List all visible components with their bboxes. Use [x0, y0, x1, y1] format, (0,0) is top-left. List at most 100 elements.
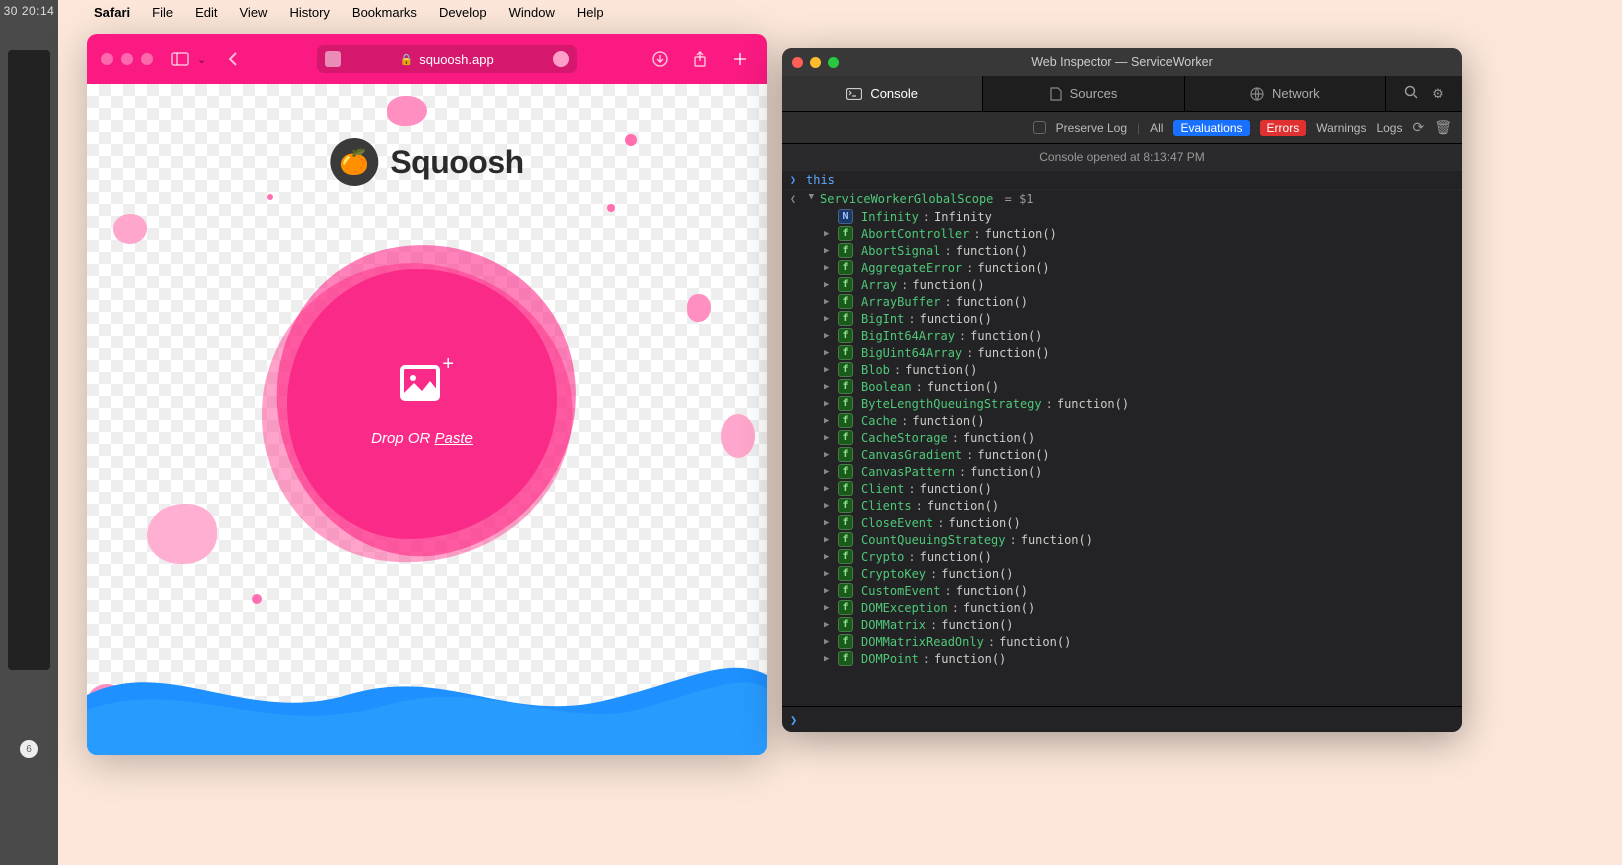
disclosure-triangle-icon[interactable]: ▶ — [824, 501, 834, 511]
menu-bookmarks[interactable]: Bookmarks — [352, 5, 417, 20]
disclosure-triangle-icon[interactable]: ▶ — [824, 246, 834, 256]
object-property-row[interactable]: ▶fBlob: function() — [782, 361, 1462, 378]
squoosh-page[interactable]: 🍊 Squoosh + Drop OR Paste — [87, 84, 767, 755]
console-output[interactable]: ❯ this ❮ ▶ ServiceWorkerGlobalScope = $1… — [782, 170, 1462, 706]
disclosure-triangle-icon[interactable]: ▶ — [824, 603, 834, 613]
disclosure-triangle-icon[interactable]: ▶ — [824, 654, 834, 664]
new-tab-button[interactable] — [727, 46, 753, 72]
disclosure-triangle-icon[interactable]: ▶ — [824, 586, 834, 596]
object-property-row[interactable]: ▶fClients: function() — [782, 497, 1462, 514]
object-property-row[interactable]: ▶fCanvasPattern: function() — [782, 463, 1462, 480]
object-property-row[interactable]: ▶fArray: function() — [782, 276, 1462, 293]
back-button[interactable] — [220, 46, 246, 72]
share-button[interactable] — [687, 46, 713, 72]
object-property-row[interactable]: ▶fDOMMatrix: function() — [782, 616, 1462, 633]
object-property-row[interactable]: ▶fAggregateError: function() — [782, 259, 1462, 276]
object-property-row[interactable]: ▶fBoolean: function() — [782, 378, 1462, 395]
disclosure-triangle-icon[interactable]: ▶ — [824, 637, 834, 647]
object-property-row[interactable]: ▶fAbortSignal: function() — [782, 242, 1462, 259]
property-value: function() — [963, 601, 1035, 615]
minimize-button[interactable] — [121, 53, 133, 65]
object-property-row[interactable]: ▶fCryptoKey: function() — [782, 565, 1462, 582]
disclosure-triangle-icon[interactable]: ▶ — [824, 484, 834, 494]
object-property-row[interactable]: ▶fDOMMatrixReadOnly: function() — [782, 633, 1462, 650]
object-property-row[interactable]: ▶fArrayBuffer: function() — [782, 293, 1462, 310]
tab-network[interactable]: Network — [1185, 76, 1386, 111]
disclosure-triangle-icon[interactable]: ▶ — [824, 229, 834, 239]
sidebar-toggle-button[interactable] — [167, 46, 193, 72]
object-property-row[interactable]: ▶fDOMPoint: function() — [782, 650, 1462, 667]
function-badge-icon: f — [838, 651, 853, 666]
disclosure-triangle-icon[interactable]: ▶ — [824, 467, 834, 477]
disclosure-triangle-icon[interactable]: ▶ — [824, 433, 834, 443]
filter-all[interactable]: All — [1150, 121, 1163, 135]
disclosure-triangle-icon[interactable]: ▶ — [824, 331, 834, 341]
disclosure-triangle-icon[interactable]: ▶ — [824, 620, 834, 630]
object-property-row[interactable]: ▶fCrypto: function() — [782, 548, 1462, 565]
disclosure-triangle-icon[interactable]: ▶ — [824, 569, 834, 579]
filter-errors[interactable]: Errors — [1260, 120, 1307, 136]
object-property-row[interactable]: ▶fCustomEvent: function() — [782, 582, 1462, 599]
reload-icon[interactable]: ⟳ — [1412, 119, 1424, 136]
console-result-row[interactable]: ❮ ▶ ServiceWorkerGlobalScope = $1 — [782, 189, 1462, 208]
disclosure-triangle-icon[interactable]: ▶ — [824, 450, 834, 460]
disclosure-triangle-icon[interactable]: ▶ — [824, 382, 834, 392]
object-property-row[interactable]: ▶fByteLengthQueuingStrategy: function() — [782, 395, 1462, 412]
filter-evaluations[interactable]: Evaluations — [1173, 120, 1249, 136]
object-property-row[interactable]: ▶fDOMException: function() — [782, 599, 1462, 616]
disclosure-triangle-icon[interactable]: ▶ — [824, 280, 834, 290]
menu-edit[interactable]: Edit — [195, 5, 217, 20]
filter-warnings[interactable]: Warnings — [1316, 121, 1366, 135]
object-property-row[interactable]: ▶fClient: function() — [782, 480, 1462, 497]
disclosure-triangle-icon[interactable]: ▶ — [806, 194, 816, 204]
tab-console[interactable]: Console — [782, 76, 983, 111]
downloads-button[interactable] — [647, 46, 673, 72]
disclosure-triangle-icon[interactable]: ▶ — [824, 297, 834, 307]
extension-icon[interactable] — [553, 51, 569, 67]
sidebar-chevron-icon[interactable]: ⌄ — [197, 53, 206, 66]
object-property-row[interactable]: ▶fCache: function() — [782, 412, 1462, 429]
property-name: BigInt64Array — [861, 329, 955, 343]
object-property-row[interactable]: ▶fBigInt64Array: function() — [782, 327, 1462, 344]
property-value: function() — [956, 584, 1028, 598]
menubar-app-name[interactable]: Safari — [94, 5, 130, 20]
object-property-row[interactable]: ▶fCloseEvent: function() — [782, 514, 1462, 531]
object-property-row[interactable]: ▶fBigInt: function() — [782, 310, 1462, 327]
disclosure-triangle-icon[interactable]: ▶ — [824, 314, 834, 324]
menu-history[interactable]: History — [289, 5, 329, 20]
disclosure-triangle-icon[interactable]: ▶ — [824, 535, 834, 545]
object-property-row[interactable]: N Infinity: Infinity — [782, 208, 1462, 225]
disclosure-triangle-icon[interactable]: ▶ — [824, 365, 834, 375]
object-property-row[interactable]: ▶fCacheStorage: function() — [782, 429, 1462, 446]
property-name: CacheStorage — [861, 431, 948, 445]
close-button[interactable] — [101, 53, 113, 65]
paste-link[interactable]: Paste — [435, 430, 473, 447]
search-icon[interactable] — [1404, 85, 1418, 102]
menu-view[interactable]: View — [240, 5, 268, 20]
disclosure-triangle-icon[interactable]: ▶ — [824, 416, 834, 426]
address-bar[interactable]: 🔒 squoosh.app — [317, 45, 577, 73]
reader-button[interactable] — [325, 51, 341, 67]
tab-tools: ⚙ — [1386, 76, 1462, 111]
disclosure-triangle-icon[interactable]: ▶ — [824, 552, 834, 562]
menu-window[interactable]: Window — [509, 5, 555, 20]
clear-icon[interactable]: 🗑 — [1434, 119, 1452, 136]
preserve-log-checkbox[interactable] — [1033, 121, 1046, 134]
object-property-row[interactable]: ▶fBigUint64Array: function() — [782, 344, 1462, 361]
disclosure-triangle-icon[interactable]: ▶ — [824, 263, 834, 273]
zoom-button[interactable] — [141, 53, 153, 65]
drop-zone[interactable]: + Drop OR Paste — [262, 244, 582, 564]
object-property-row[interactable]: ▶fCountQueuingStrategy: function() — [782, 531, 1462, 548]
disclosure-triangle-icon[interactable]: ▶ — [824, 399, 834, 409]
object-property-row[interactable]: ▶fCanvasGradient: function() — [782, 446, 1462, 463]
gear-icon[interactable]: ⚙ — [1432, 86, 1444, 102]
menu-develop[interactable]: Develop — [439, 5, 487, 20]
filter-logs[interactable]: Logs — [1376, 121, 1402, 135]
menu-file[interactable]: File — [152, 5, 173, 20]
console-prompt[interactable]: ❯ — [782, 706, 1462, 732]
menu-help[interactable]: Help — [577, 5, 604, 20]
tab-sources[interactable]: Sources — [983, 76, 1184, 111]
object-property-row[interactable]: ▶fAbortController: function() — [782, 225, 1462, 242]
disclosure-triangle-icon[interactable]: ▶ — [824, 348, 834, 358]
disclosure-triangle-icon[interactable]: ▶ — [824, 518, 834, 528]
